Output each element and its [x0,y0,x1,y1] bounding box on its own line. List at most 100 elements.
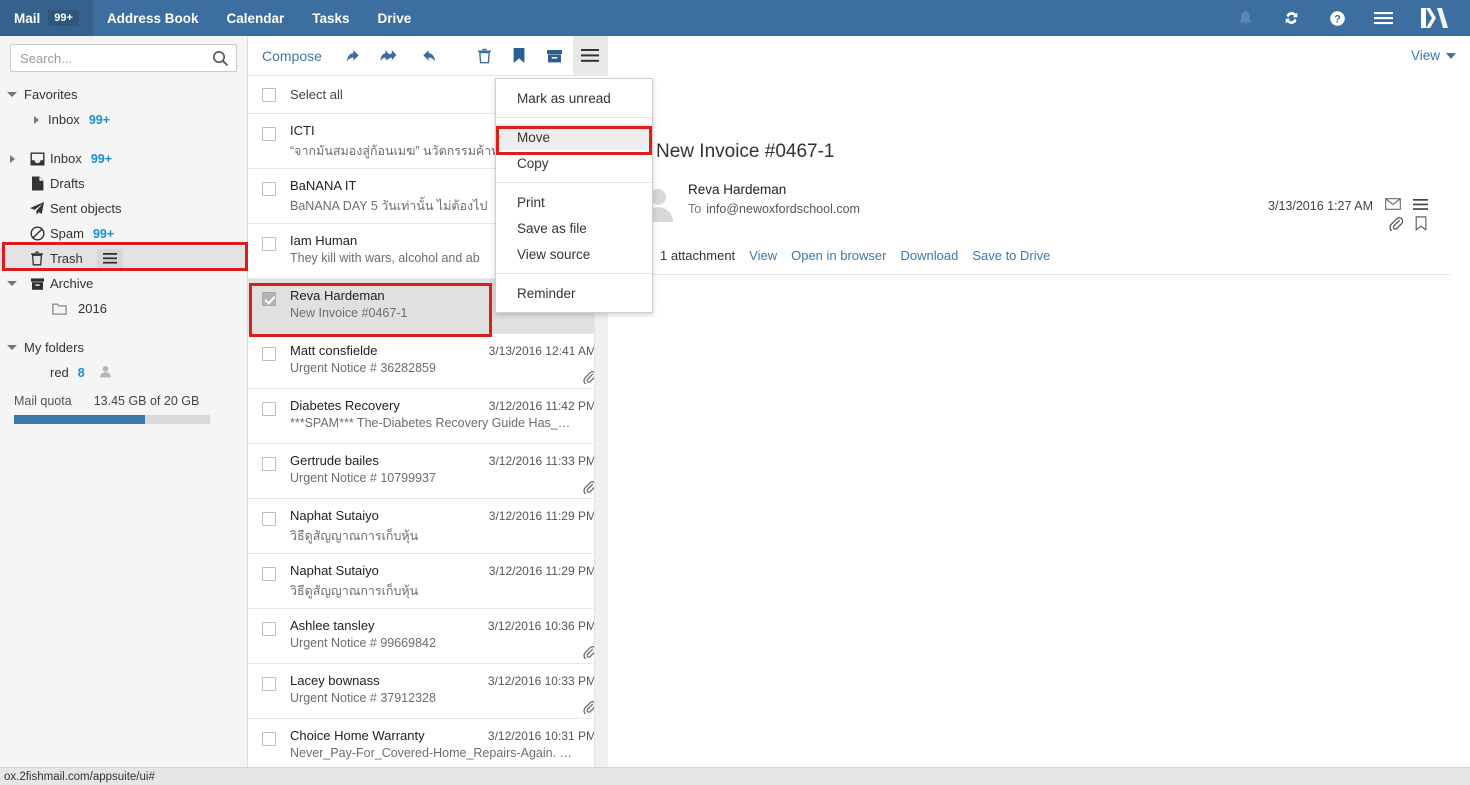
search-input[interactable] [11,45,236,71]
sidebar-item-drafts[interactable]: Drafts [0,171,247,196]
folder-context-menu-icon[interactable] [96,249,123,268]
sidebar-item-trash[interactable]: Trash [0,246,247,271]
compose-button[interactable]: Compose [248,48,338,64]
to-address[interactable]: info@newoxfordschool.com [706,202,860,216]
svg-text:?: ? [1334,13,1341,25]
sidebar-item-sent-objects[interactable]: Sent objects [0,196,247,221]
menu-item[interactable]: Reminder [496,280,652,306]
more-menu-icon[interactable] [572,35,609,76]
menu-item[interactable]: Mark as unread [496,85,652,111]
mail-item-checkbox[interactable] [262,567,276,581]
nav-app-label: Drive [377,10,412,26]
paperclip-icon[interactable] [1389,216,1404,234]
sidebar-item-label: 2016 [78,301,107,316]
folder-group-favorites[interactable]: Favorites [0,82,247,107]
menu-item[interactable]: Move [496,124,652,150]
select-all-checkbox[interactable] [262,87,276,102]
menu-item[interactable]: Print [496,189,652,215]
mail-item-sender: Gertrude bailes [290,453,379,468]
mail-item-checkbox[interactable] [262,292,276,306]
mail-item-checkbox[interactable] [262,237,276,251]
archive-icon[interactable] [537,36,572,76]
sidebar-item-archive[interactable]: Archive [0,271,247,296]
nav-app-address-book[interactable]: Address Book [93,0,213,36]
chevron-down-icon[interactable] [0,281,24,286]
mail-item-subject: Urgent Notice # 10799937 [290,471,436,485]
menu-icon[interactable] [1360,0,1406,36]
nav-app-label: Tasks [312,10,350,26]
sidebar-item-archive-2016[interactable]: 2016 [0,296,247,321]
mail-item-checkbox[interactable] [262,402,276,416]
mail-list-item[interactable]: Naphat Sutaiyo 3/12/2016 11:29 PM วิธีดูสั… [248,554,608,609]
nav-app-drive[interactable]: Drive [364,0,426,36]
chevron-down-icon[interactable] [0,345,24,350]
sidebar-item-favorite-inbox[interactable]: Inbox 99+ [0,107,247,132]
attachment-download-link[interactable]: Download [901,248,959,263]
mail-sender[interactable]: Reva Hardeman [688,182,860,197]
mail-item-checkbox[interactable] [262,732,276,746]
mail-item-checkbox[interactable] [262,347,276,361]
forward-icon[interactable] [409,36,444,76]
mail-item-checkbox[interactable] [262,622,276,636]
mailmaster-logo-icon[interactable] [1406,0,1464,36]
mail-list-item[interactable]: Naphat Sutaiyo 3/12/2016 11:29 PM วิธีดูสั… [248,499,608,554]
bell-icon[interactable] [1222,0,1268,36]
help-icon[interactable]: ? [1314,0,1360,36]
menu-item[interactable]: Save as file [496,215,652,241]
mail-item-sender: Reva Hardeman [290,288,385,303]
folder-icon [46,302,72,315]
mail-header-actions: 3/13/2016 1:27 AM [1268,198,1428,234]
menu-item[interactable]: Copy [496,150,652,176]
mail-detail-pane: View New Invoice #0467-1 Reva Hardeman T… [608,36,1470,767]
attachment-save-to-drive-link[interactable]: Save to Drive [972,248,1050,263]
chevron-right-icon[interactable] [0,154,24,163]
attachment-view-link[interactable]: View [749,248,777,263]
chevron-right-icon[interactable] [24,115,48,124]
mail-item-checkbox[interactable] [262,127,276,141]
mail-item-top: Diabetes Recovery 3/12/2016 11:42 PM [290,398,596,413]
nav-app-calendar[interactable]: Calendar [212,0,298,36]
nav-app-mail[interactable]: Mail 99+ [0,0,93,36]
mail-list-item[interactable]: Diabetes Recovery 3/12/2016 11:42 PM ***SP… [248,389,608,444]
mail-list-item[interactable]: Matt consfielde 3/13/2016 12:41 AM Urgent … [248,334,608,389]
mail-list-item[interactable]: Gertrude bailes 3/12/2016 11:33 PM Urgent … [248,444,608,499]
context-dropdown-menu[interactable]: Mark as unread Move Copy Print Save as file V… [495,78,653,313]
mail-item-checkbox[interactable] [262,677,276,691]
sidebar-item-label: Sent objects [50,201,122,216]
search-icon[interactable] [212,50,229,70]
sidebar-item-red[interactable]: red 8 [0,360,247,385]
attachment-open-in-browser-link[interactable]: Open in browser [791,248,886,263]
search-container [0,36,247,78]
flag-icon[interactable] [502,36,537,76]
sidebar-item-inbox[interactable]: Inbox 99+ [0,146,247,171]
mail-list-item[interactable]: Choice Home Warranty 3/12/2016 10:31 PM Ne… [248,719,608,774]
mail-item-checkbox[interactable] [262,512,276,526]
mail-list-item[interactable]: Lacey bownass 3/12/2016 10:33 PM Urgent No… [248,664,608,719]
folder-group-label: Favorites [24,87,78,102]
search-box[interactable] [10,44,237,72]
delete-icon[interactable] [466,36,501,76]
mail-item-sender: Naphat Sutaiyo [290,563,379,578]
mail-meta: Reva Hardeman To info@newoxfordschool.com [688,182,860,240]
sidebar-item-spam[interactable]: Spam 99+ [0,221,247,246]
mail-item-checkbox[interactable] [262,457,276,471]
sidebar-item-label: Spam [50,226,84,241]
unread-envelope-icon[interactable] [1385,198,1401,213]
mail-list-item[interactable]: Ashlee tansley 3/12/2016 10:36 PM Urgent N… [248,609,608,664]
mail-item-body: Gertrude bailes 3/12/2016 11:33 PM Urgent … [290,453,597,498]
refresh-icon[interactable] [1268,0,1314,36]
mail-item-checkbox[interactable] [262,182,276,196]
drafts-icon [24,176,50,191]
nav-app-tasks[interactable]: Tasks [298,0,363,36]
mail-subject: New Invoice #0467-1 [656,141,835,162]
bookmark-icon[interactable] [1415,216,1427,234]
sidebar-item-label: Inbox [48,112,80,127]
view-dropdown-button[interactable]: View [1411,48,1456,63]
folder-group-my-folders[interactable]: My folders [0,335,247,360]
chevron-down-icon[interactable] [0,92,24,97]
reply-all-icon[interactable] [373,36,408,76]
reply-icon[interactable] [338,36,373,76]
menu-item[interactable]: View source [496,241,652,267]
mail-actions-menu-icon[interactable] [1413,198,1428,213]
